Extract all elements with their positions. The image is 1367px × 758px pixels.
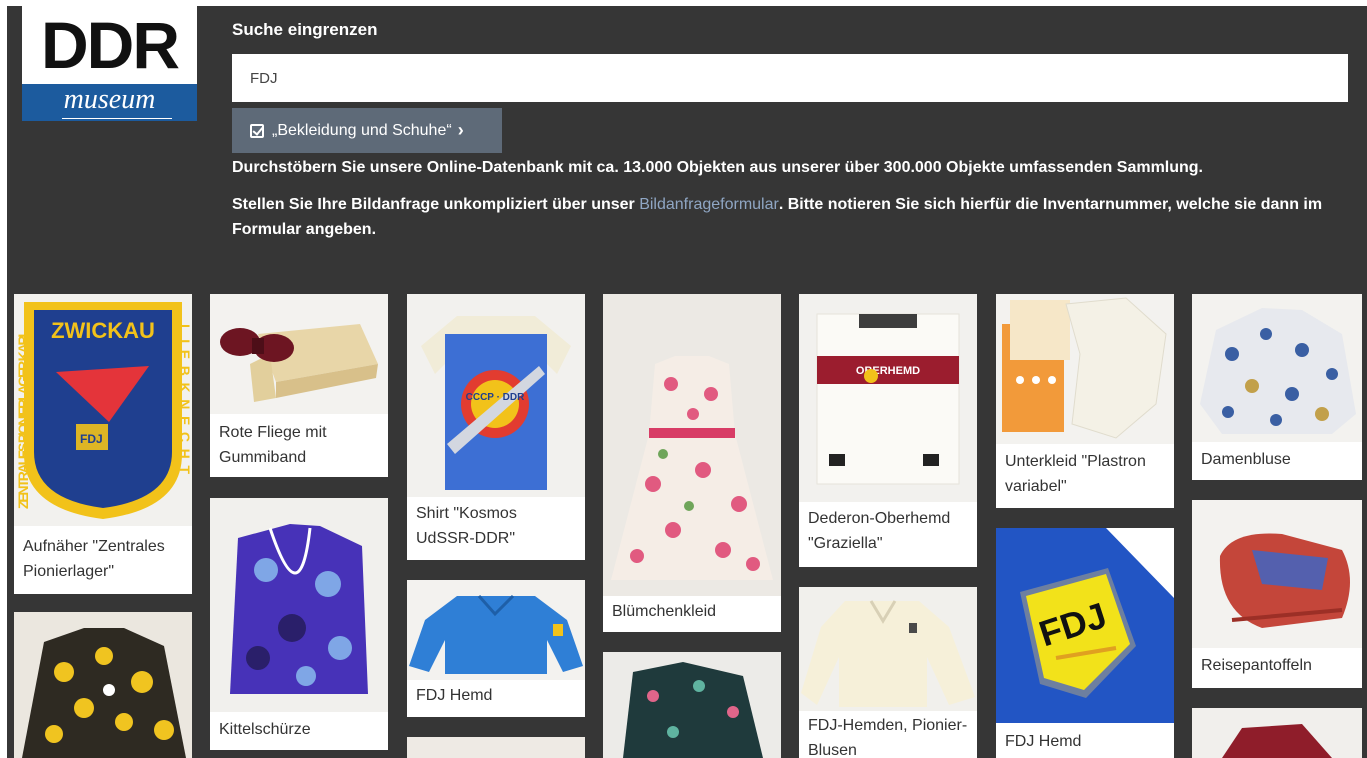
shirt-print-text: CCCP · DDR [466,392,525,403]
filter-label: „Bekleidung und Schuhe“ [272,121,452,139]
item-image: FDJ [996,528,1174,723]
result-card[interactable]: FDJ FDJ Hemd [996,528,1174,758]
result-card[interactable]: ZWICKAU ZENTRALES PIONIERLAGER KARL LIEB… [14,294,192,594]
item-image [210,294,388,414]
item-image: OBERHEMD [799,294,977,502]
item-caption: Kittelschürze [219,721,311,738]
info-text-database: Durchstöbern Sie unsere Online-Datenbank… [232,159,1203,176]
item-caption: Dederon-Oberhemd "Graziella" [808,510,951,552]
item-caption: FDJ Hemd [416,687,493,704]
search-heading: Suche eingrenzen [232,20,378,39]
patch-left-text: ZENTRALES PIONIERLAGER KARL [15,329,31,509]
item-caption: Reisepantoffeln [1201,657,1312,674]
result-card[interactable]: Damenbluse [1192,294,1362,480]
item-image [799,587,977,711]
category-filter-button[interactable]: „Bekleidung und Schuhe“ › [232,108,502,153]
result-card[interactable] [407,737,585,758]
item-caption: FDJ Hemd [1005,733,1082,750]
chevron-right-icon: › [457,120,464,140]
result-card[interactable] [1192,708,1362,758]
item-image: ZWICKAU ZENTRALES PIONIERLAGER KARL LIEB… [14,294,192,526]
item-image [1192,500,1362,648]
logo-underline [62,118,172,119]
result-card[interactable]: Kittelschürze [210,498,388,750]
result-card[interactable]: Rote Fliege mit Gummiband [210,294,388,477]
info-text-request: Stellen Sie Ihre Bildanfrage unkomplizie… [232,192,1347,242]
item-image [603,652,781,758]
item-image [603,294,781,596]
ddr-museum-logo[interactable]: DDR museum [22,6,197,121]
item-caption: Shirt "Kosmos UdSSR-DDR" [416,505,517,547]
item-caption: Blümchenkleid [612,603,717,620]
item-image [1192,708,1362,758]
item-caption: Unterkleid "Plastron variabel" [1005,453,1146,495]
result-card[interactable]: Reisepantoffeln [1192,500,1362,688]
result-card[interactable]: CCCP · DDR Shirt "Kosmos UdSSR-DDR" [407,294,585,560]
search-input[interactable] [232,54,1348,102]
info-text-pre: Stellen Sie Ihre Bildanfrage unkomplizie… [232,196,640,213]
patch-badge-text: FDJ [80,432,103,446]
image-request-form-link[interactable]: Bildanfrageformular [639,196,779,213]
item-image: CCCP · DDR [407,294,585,497]
result-card[interactable]: Unterkleid "Plastron variabel" [996,294,1174,508]
item-image [1192,294,1362,442]
logo-ddr-text: DDR [41,8,180,82]
result-card[interactable] [14,612,192,758]
logo-museum-text: museum [63,84,156,115]
checkbox-icon [250,123,264,138]
result-card[interactable]: FDJ-Hemden, Pionier-Blusen [799,587,977,758]
patch-top-text: ZWICKAU [51,318,155,343]
item-image [407,737,585,758]
item-image [14,612,192,758]
item-image [996,294,1174,444]
item-image [210,498,388,712]
item-caption: Rote Fliege mit Gummiband [219,424,327,466]
result-card[interactable]: OBERHEMD Dederon-Oberhemd "Graziella" [799,294,977,567]
item-caption: FDJ-Hemden, Pionier-Blusen [808,717,968,758]
result-card[interactable]: FDJ Hemd [407,580,585,717]
item-caption: Damenbluse [1201,451,1291,468]
result-card[interactable]: Blümchenkleid [603,294,781,632]
item-caption: Aufnäher "Zentrales Pionierlager" [23,538,165,580]
window-frame-left [0,0,7,758]
window-frame-top [0,0,1367,6]
item-image [407,580,585,680]
result-card[interactable] [603,652,781,758]
